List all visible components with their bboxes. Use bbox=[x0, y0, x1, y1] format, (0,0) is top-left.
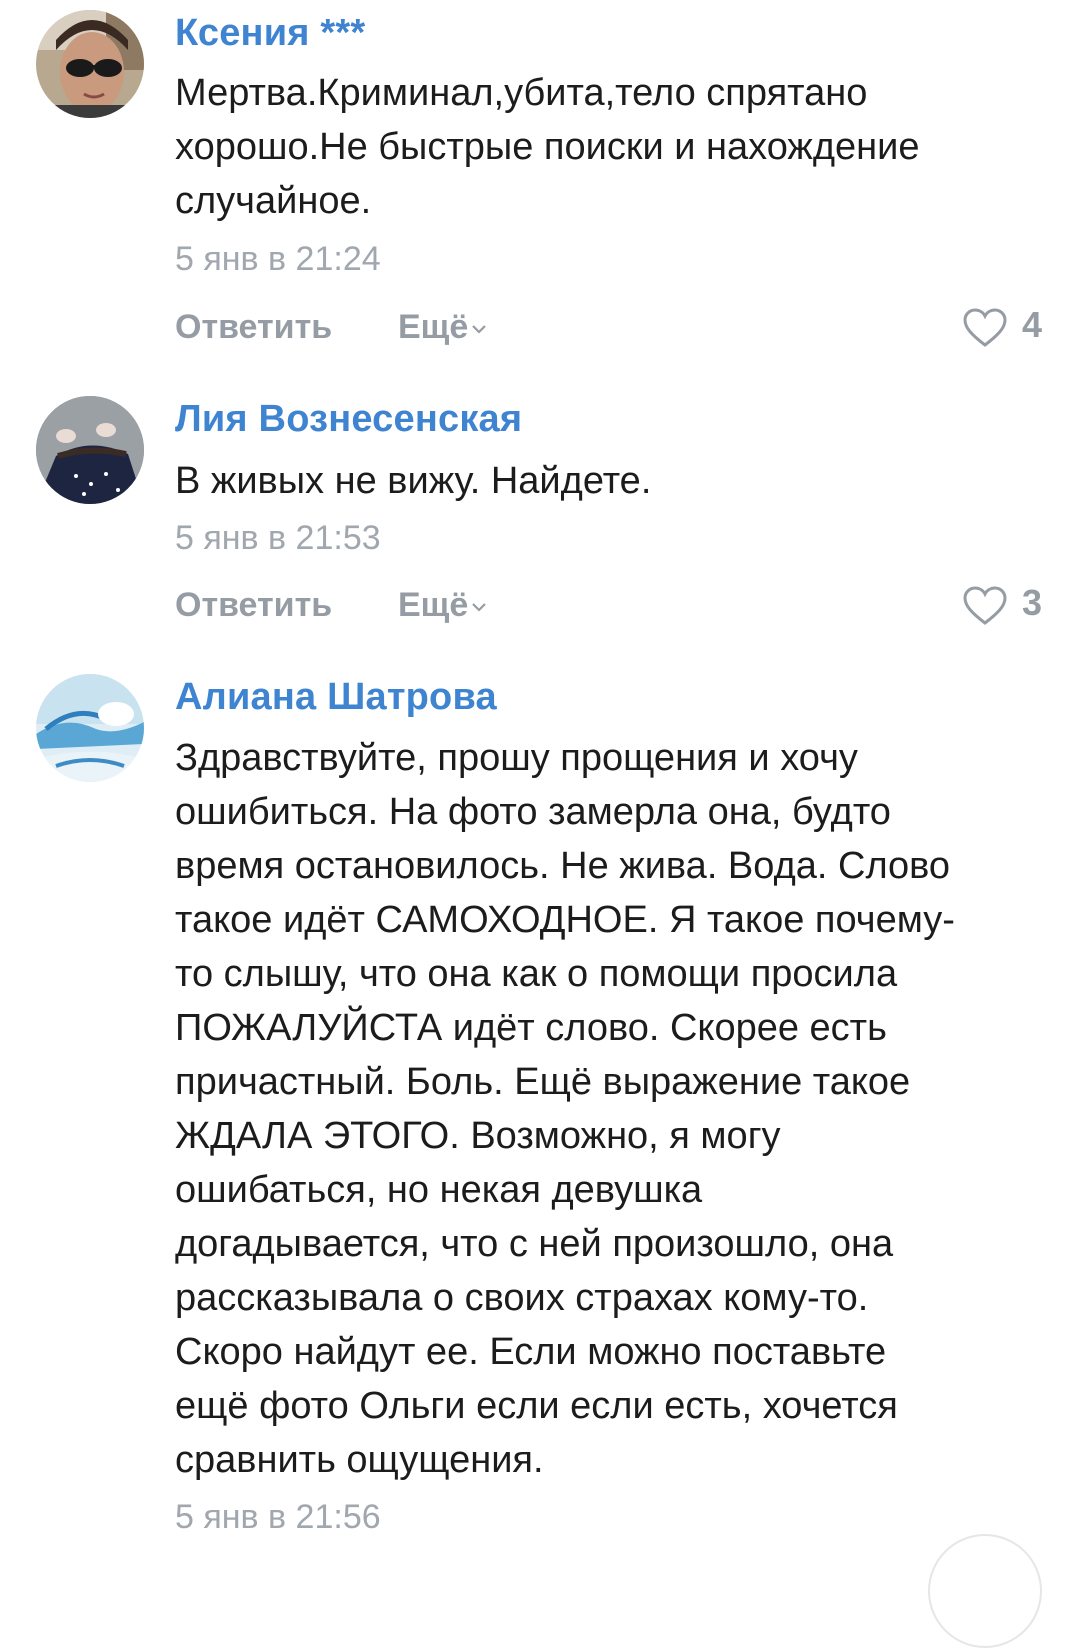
more-label: Ещё bbox=[398, 308, 469, 346]
comment-author[interactable]: Алиана Шатрова bbox=[175, 676, 497, 719]
floating-action-circle[interactable] bbox=[928, 1534, 1042, 1648]
comment-text: В живых не вижу. Найдете. bbox=[175, 460, 652, 502]
comment-author[interactable]: Лия Вознесенская bbox=[175, 398, 522, 441]
like-button[interactable]: 3 bbox=[962, 580, 1052, 630]
comment-author[interactable]: Ксения *** bbox=[175, 12, 365, 55]
like-count: 4 bbox=[1022, 304, 1043, 345]
like-count: 3 bbox=[1022, 582, 1043, 623]
comment-timestamp: 5 янв в 21:53 bbox=[175, 519, 381, 557]
avatar[interactable] bbox=[36, 10, 144, 118]
comment-text: Мертва.Криминал,убита,тело спрятано хоро… bbox=[175, 72, 920, 222]
chevron-down-icon bbox=[472, 324, 487, 334]
more-label: Ещё bbox=[398, 586, 469, 624]
more-button[interactable]: Ещё bbox=[398, 308, 487, 347]
reply-button[interactable]: Ответить bbox=[175, 308, 332, 347]
avatar[interactable] bbox=[36, 396, 144, 504]
chevron-down-icon bbox=[472, 602, 487, 612]
avatar[interactable] bbox=[36, 674, 144, 782]
heart-icon bbox=[963, 308, 1007, 347]
reply-button[interactable]: Ответить bbox=[175, 586, 332, 625]
heart-icon bbox=[963, 586, 1007, 625]
like-button[interactable]: 4 bbox=[962, 302, 1052, 352]
more-button[interactable]: Ещё bbox=[398, 586, 487, 625]
comment-timestamp: 5 янв в 21:24 bbox=[175, 240, 381, 278]
comment-timestamp: 5 янв в 21:56 bbox=[175, 1498, 381, 1536]
comment-text: Здравствуйте, прошу прощения и хочу ошиб… bbox=[175, 737, 955, 1481]
